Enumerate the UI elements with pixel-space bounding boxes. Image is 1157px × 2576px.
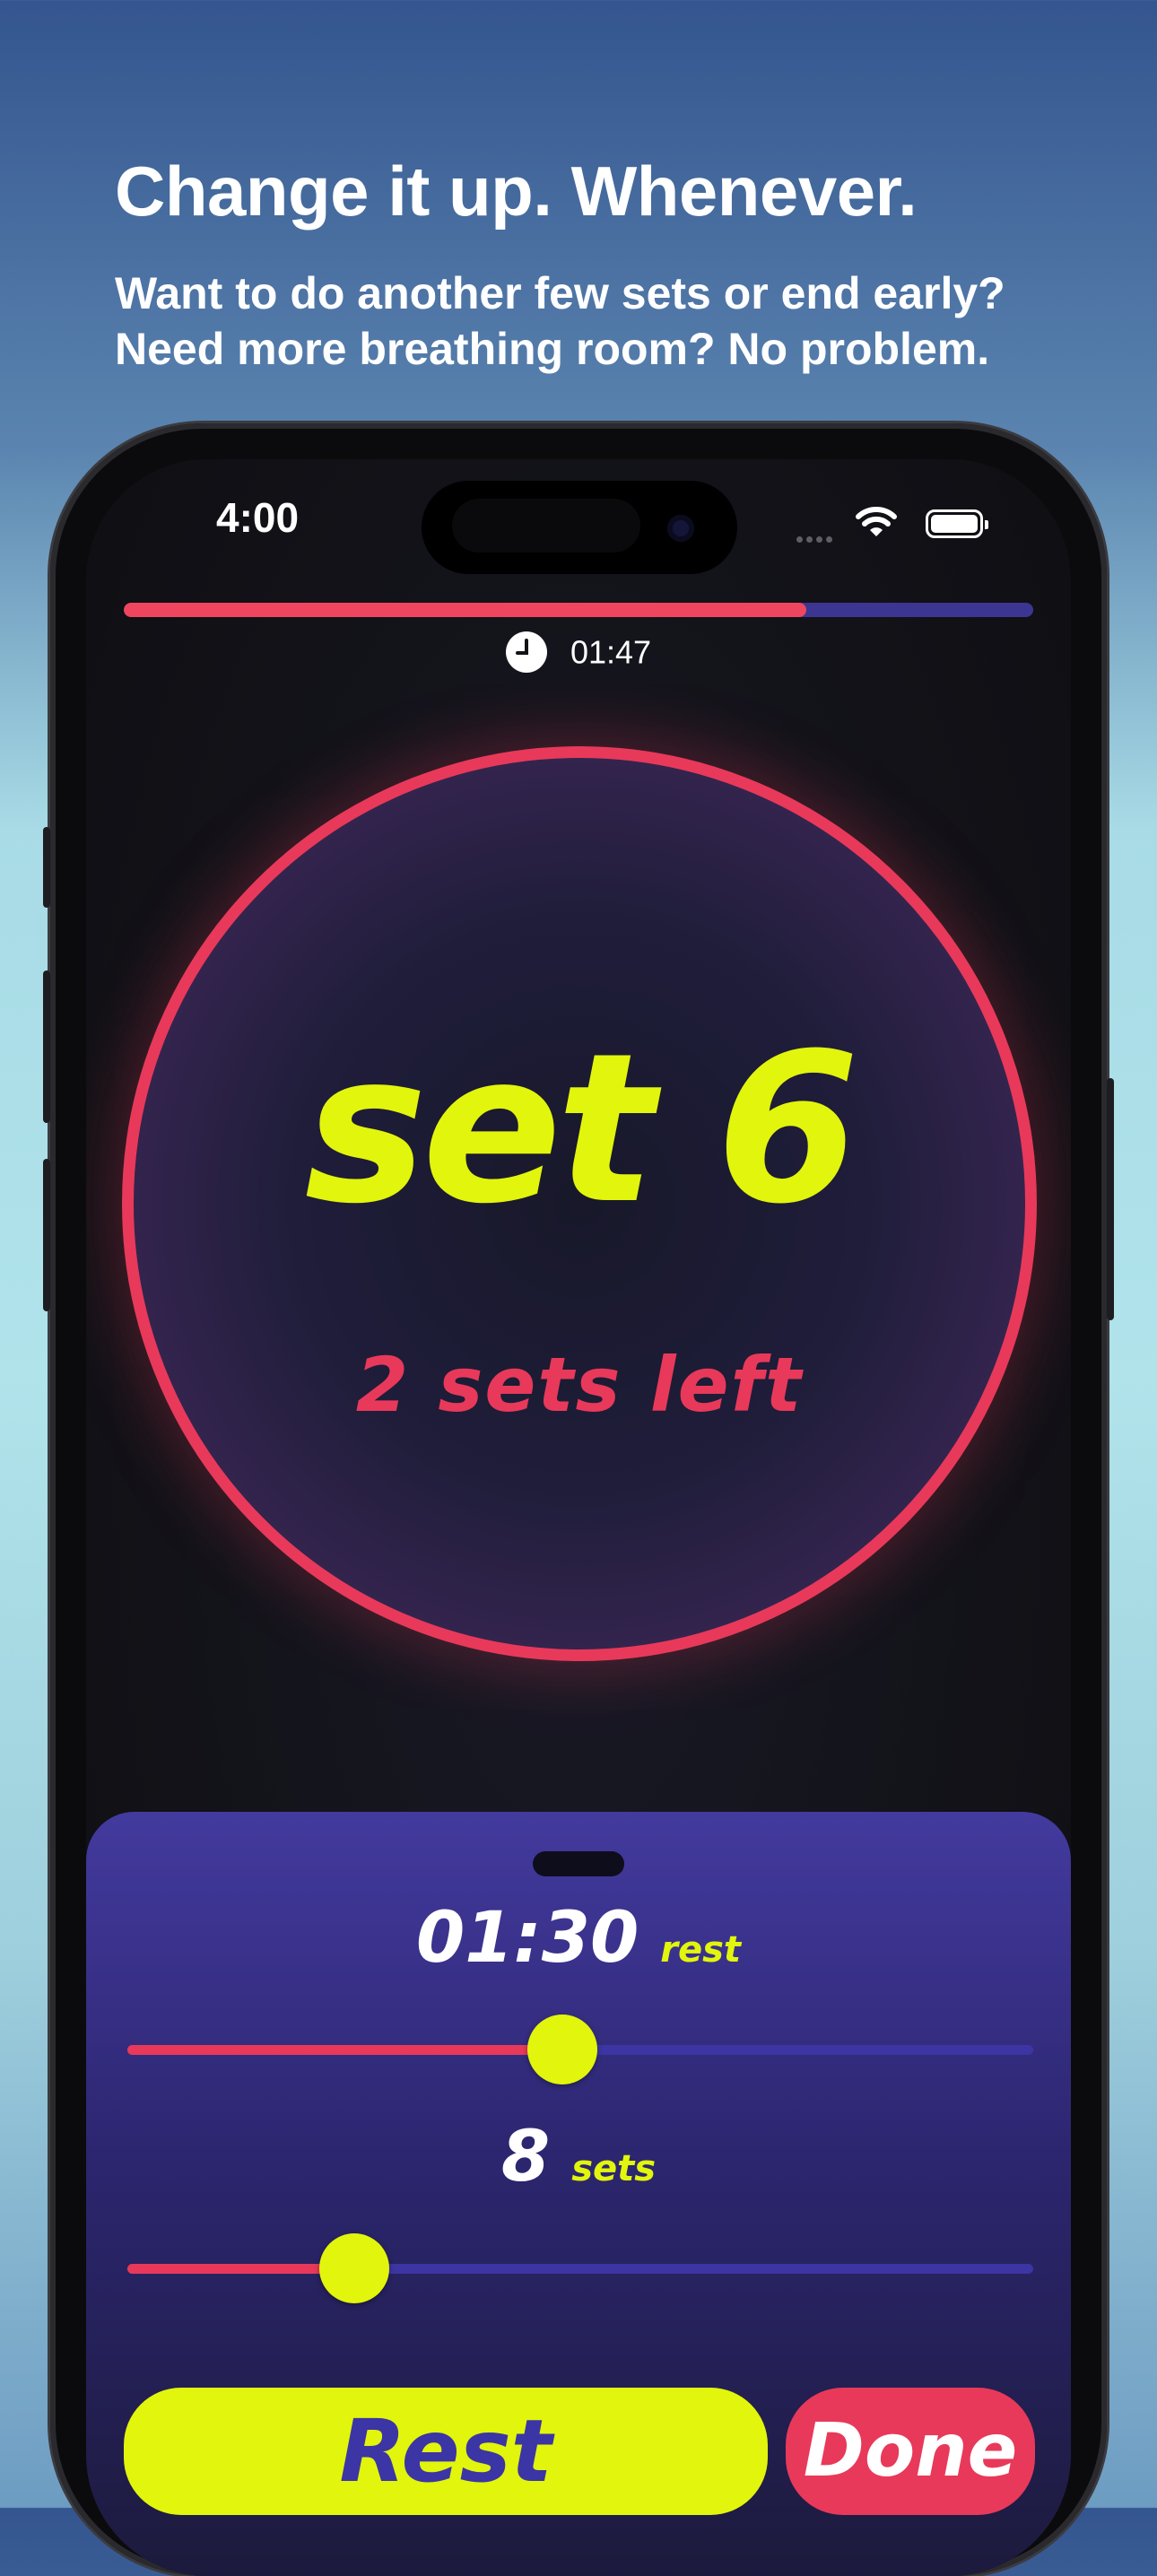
status-time: 4:00 xyxy=(216,494,300,541)
rest-duration-readout: 01:30 rest xyxy=(86,1898,1071,1979)
status-bar: 4:00 xyxy=(86,459,1071,585)
sheet-drag-handle[interactable] xyxy=(533,1851,624,1876)
settings-sheet: 01:30 rest 8 sets Rest Done xyxy=(86,1812,1071,2576)
battery-icon xyxy=(926,509,988,538)
done-button[interactable]: Done xyxy=(786,2388,1035,2515)
rest-duration-value: 01:30 xyxy=(415,1898,639,1979)
sets-count-unit: sets xyxy=(571,2148,657,2189)
slider-thumb[interactable] xyxy=(526,2015,597,2084)
clock-icon xyxy=(505,631,547,674)
slider-thumb[interactable] xyxy=(318,2233,389,2303)
action-button xyxy=(43,827,50,908)
volume-down-button xyxy=(43,1159,50,1311)
front-camera-icon xyxy=(667,515,694,542)
subheadline: Want to do another few sets or end early… xyxy=(115,268,1005,374)
rest-duration-unit: rest xyxy=(660,1929,742,1971)
current-set-label: set 6 xyxy=(304,1010,860,1249)
sets-count-value: 8 xyxy=(500,2117,551,2197)
dynamic-island xyxy=(422,481,737,574)
rest-duration-slider[interactable] xyxy=(127,2015,1033,2086)
workout-progress-bar xyxy=(124,603,1033,617)
sets-count-slider[interactable] xyxy=(127,2233,1033,2305)
app-screen: 4:00 01:47 set 6 2 sets left 01:30 rest … xyxy=(86,459,1071,2576)
current-set-ring: set 6 2 sets left xyxy=(122,746,1037,1661)
cellular-signal-icon xyxy=(796,531,836,547)
rest-button[interactable]: Rest xyxy=(124,2388,768,2515)
power-button xyxy=(1107,1078,1114,1320)
volume-up-button xyxy=(43,970,50,1123)
sets-count-readout: 8 sets xyxy=(86,2117,1071,2197)
workout-progress-fill xyxy=(124,603,806,617)
headline: Change it up. Whenever. xyxy=(115,152,918,231)
phone-frame: 4:00 01:47 set 6 2 sets left 01:30 rest … xyxy=(43,423,1114,2576)
slider-active-track xyxy=(127,2045,562,2055)
elapsed-time: 01:47 xyxy=(570,633,652,671)
elapsed-timer: 01:47 xyxy=(86,631,1071,674)
wifi-icon xyxy=(856,506,897,543)
sets-left-label: 2 sets left xyxy=(355,1341,804,1429)
